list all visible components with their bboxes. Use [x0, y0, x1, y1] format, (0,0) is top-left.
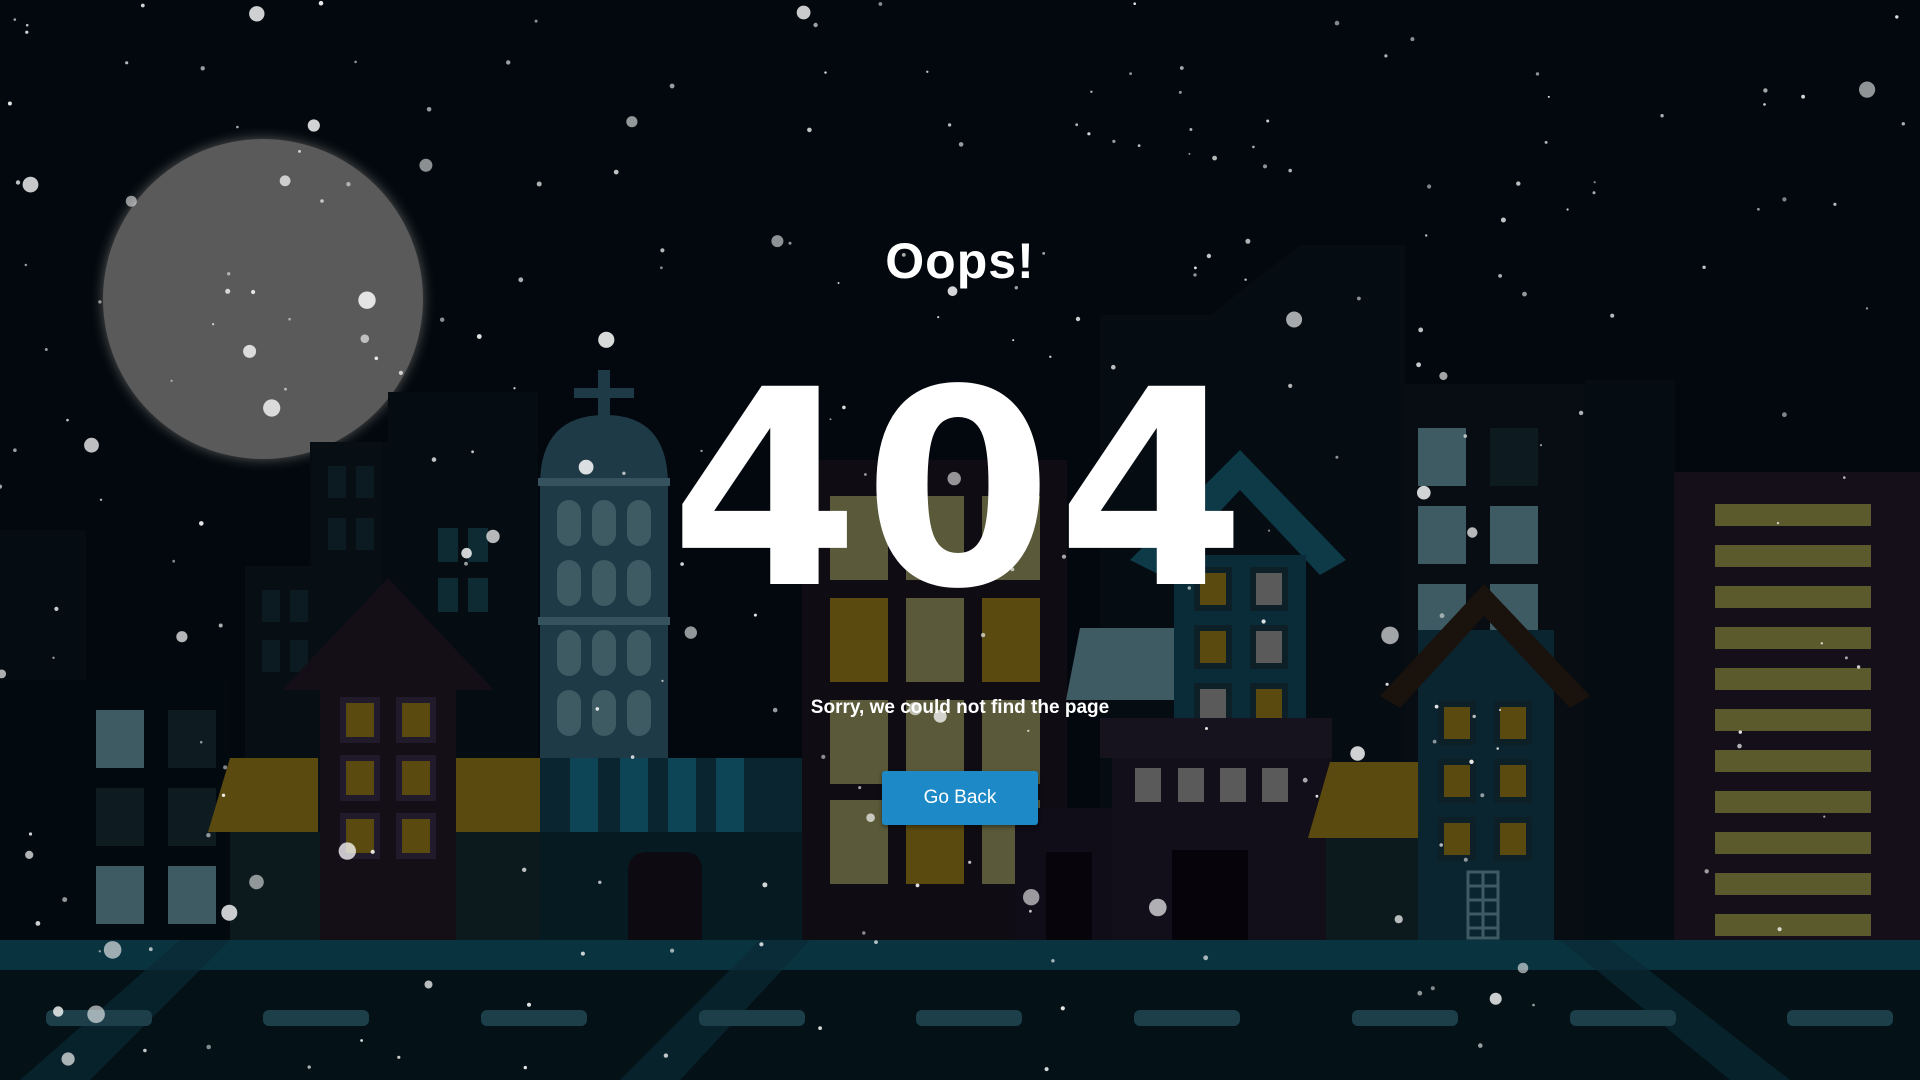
- page-heading: Oops!: [885, 233, 1035, 289]
- go-back-button[interactable]: Go Back: [882, 771, 1038, 825]
- center-left-base: [540, 758, 802, 950]
- error-message: Sorry, we could not find the page: [810, 697, 1110, 718]
- error-code: 404: [670, 333, 1250, 649]
- road: [0, 940, 1920, 1080]
- far-left-building: [0, 680, 230, 950]
